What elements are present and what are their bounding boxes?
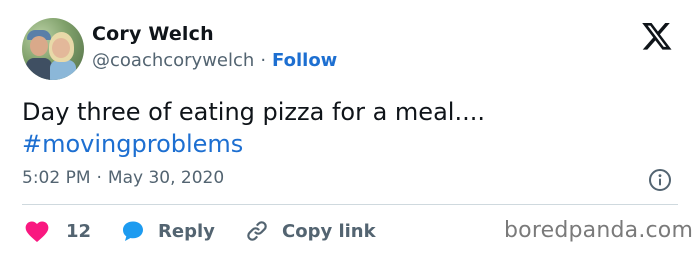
follow-button[interactable]: Follow bbox=[272, 50, 337, 71]
author-handle[interactable]: @coachcorywelch bbox=[92, 50, 254, 71]
x-logo-icon[interactable] bbox=[640, 20, 674, 52]
info-icon[interactable] bbox=[648, 168, 672, 192]
meta-separator: · bbox=[96, 168, 102, 188]
tweet-time: 5:02 PM bbox=[22, 168, 91, 188]
reply-label: Reply bbox=[158, 220, 215, 242]
tweet-timestamp[interactable]: 5:02 PM · May 30, 2020 bbox=[22, 168, 224, 188]
heart-icon bbox=[25, 221, 49, 243]
author-name[interactable]: Cory Welch bbox=[92, 23, 214, 45]
reply-bubble-icon bbox=[123, 221, 143, 241]
copy-link-button[interactable]: Copy link bbox=[244, 216, 376, 246]
reply-button[interactable]: Reply bbox=[120, 216, 215, 246]
copy-link-label: Copy link bbox=[282, 220, 376, 242]
tweet-date: May 30, 2020 bbox=[107, 168, 225, 188]
handle-separator: · bbox=[260, 50, 267, 71]
link-icon bbox=[247, 221, 267, 241]
author-handle-row: @coachcorywelch · Follow bbox=[92, 50, 337, 71]
tweet-body: Day three of eating pizza for a meal.... bbox=[22, 98, 485, 126]
watermark: boredpanda.com bbox=[504, 218, 694, 243]
hashtag-link[interactable]: #movingproblems bbox=[22, 128, 672, 160]
divider bbox=[22, 204, 678, 205]
like-count: 12 bbox=[66, 220, 92, 242]
tweet-text: Day three of eating pizza for a meal....… bbox=[22, 96, 672, 160]
avatar[interactable] bbox=[22, 18, 84, 80]
like-button[interactable]: 12 bbox=[24, 216, 91, 246]
